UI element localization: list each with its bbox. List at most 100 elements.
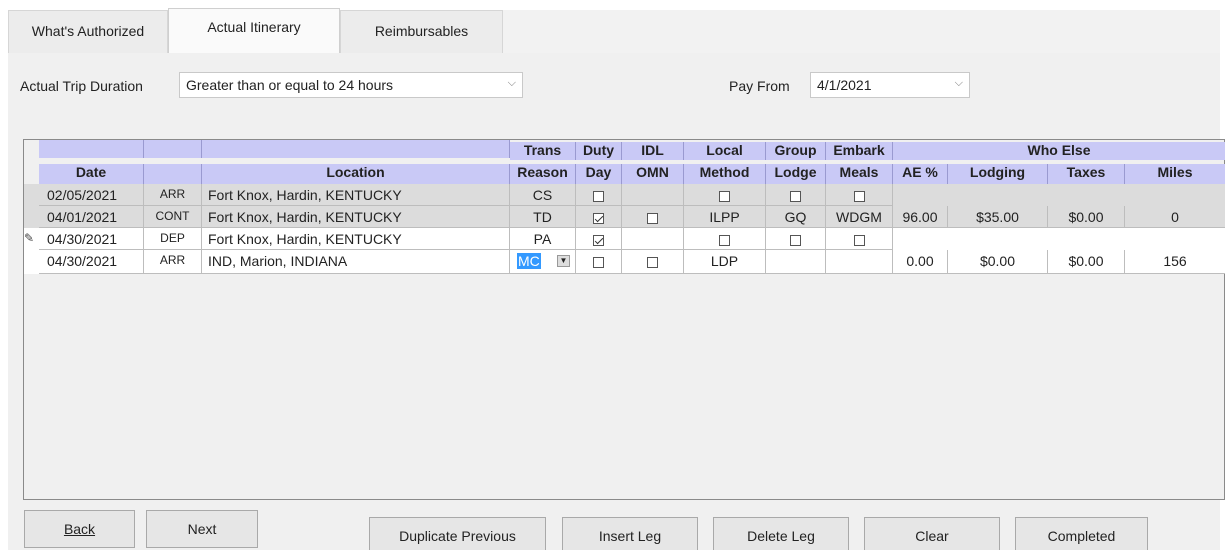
cell-lodging[interactable]: $0.00 xyxy=(948,250,1048,274)
cell-omn[interactable] xyxy=(622,250,684,274)
checkbox-checked[interactable] xyxy=(593,234,604,246)
cell-reason[interactable]: TD xyxy=(510,206,576,228)
cell-type[interactable]: CONT xyxy=(144,206,202,228)
tab-actual-itinerary[interactable]: Actual Itinerary xyxy=(168,8,340,54)
cell-date[interactable]: 04/01/2021 xyxy=(39,206,144,228)
checkbox[interactable] xyxy=(790,190,801,202)
cell-type[interactable]: ARR xyxy=(144,184,202,206)
table-row[interactable]: 02/05/2021 ARR Fort Knox, Hardin, KENTUC… xyxy=(24,184,1225,206)
header-ae: AE % xyxy=(893,164,948,184)
header-duty: Duty xyxy=(576,142,622,160)
delete-leg-button[interactable]: Delete Leg xyxy=(713,517,849,550)
checkbox[interactable] xyxy=(719,190,730,202)
insert-leg-button[interactable]: Insert Leg xyxy=(562,517,698,550)
cell-date[interactable]: 04/30/2021 xyxy=(39,228,144,250)
cell-omn xyxy=(622,184,684,206)
cell-embark[interactable]: WDGM xyxy=(826,206,893,228)
cell-duty-day[interactable] xyxy=(576,250,622,274)
header-lodge: Lodge xyxy=(766,164,826,184)
cell-location[interactable]: Fort Knox, Hardin, KENTUCKY xyxy=(202,184,510,206)
checkbox[interactable] xyxy=(719,234,730,246)
cell-group[interactable]: GQ xyxy=(766,206,826,228)
cell-reason[interactable]: PA xyxy=(510,228,576,250)
chevron-down-icon[interactable]: ⌵ xyxy=(508,77,516,90)
table-row[interactable]: ✎ 04/30/2021 DEP Fort Knox, Hardin, KENT… xyxy=(24,228,1225,250)
cell-location[interactable]: Fort Knox, Hardin, KENTUCKY xyxy=(202,206,510,228)
next-button[interactable]: Next xyxy=(146,510,258,548)
header-embark: Embark xyxy=(826,142,893,160)
edit-pencil-icon: ✎ xyxy=(24,231,35,245)
insert-leg-label: Insert Leg xyxy=(598,528,662,544)
back-button[interactable]: Back xyxy=(24,510,135,548)
cell-date[interactable]: 04/30/2021 xyxy=(39,250,144,274)
tab-whats-authorized[interactable]: What's Authorized xyxy=(8,10,168,53)
cell-local[interactable] xyxy=(684,228,766,250)
checkbox[interactable] xyxy=(593,256,604,268)
tab-label: Reimbursables xyxy=(374,23,469,39)
cell-location[interactable]: IND, Marion, INDIANA xyxy=(202,250,510,274)
cell-group[interactable] xyxy=(766,228,826,250)
header-trans: Trans xyxy=(510,142,576,160)
delete-leg-label: Delete Leg xyxy=(747,528,815,544)
duplicate-previous-button[interactable]: Duplicate Previous xyxy=(369,517,546,550)
trip-duration-select[interactable]: Greater than or equal to 24 hours ⌵ xyxy=(179,72,523,98)
cell-embark[interactable] xyxy=(826,184,893,206)
tab-strip-background xyxy=(503,10,1220,53)
cell-lodging[interactable]: $35.00 xyxy=(948,206,1048,228)
header-meals: Meals xyxy=(826,164,893,184)
cell-group[interactable] xyxy=(766,250,826,274)
table-row[interactable]: 04/01/2021 CONT Fort Knox, Hardin, KENTU… xyxy=(24,206,1225,228)
chevron-down-icon[interactable]: ⌵ xyxy=(955,77,963,90)
cell-type[interactable]: DEP xyxy=(144,228,202,250)
cell-local[interactable] xyxy=(684,184,766,206)
header-blank xyxy=(39,140,144,158)
checkbox[interactable] xyxy=(853,234,865,246)
table-row[interactable]: 04/30/2021 ARR IND, Marion, INDIANA MC ▼… xyxy=(24,250,1225,274)
cell-embark[interactable] xyxy=(826,228,893,250)
cell-miles[interactable]: 156 xyxy=(1125,250,1225,274)
completed-button[interactable]: Completed xyxy=(1015,517,1148,550)
checkbox[interactable] xyxy=(647,256,658,268)
header-who-else: Who Else xyxy=(893,142,1225,160)
checkbox[interactable] xyxy=(593,190,604,202)
cell-local[interactable]: ILPP xyxy=(684,206,766,228)
tab-bar: What's Authorized Actual Itinerary Reimb… xyxy=(8,8,1220,54)
cell-duty-day[interactable] xyxy=(576,184,622,206)
trip-duration-value: Greater than or equal to 24 hours xyxy=(186,77,394,93)
cell-omn[interactable] xyxy=(622,206,684,228)
header-local: Local xyxy=(684,142,766,160)
tab-label: Actual Itinerary xyxy=(207,19,301,35)
cell-local[interactable]: LDP xyxy=(684,250,766,274)
header-reason: Reason xyxy=(510,164,576,184)
clear-button[interactable]: Clear xyxy=(864,517,1000,550)
cell-ae[interactable]: 0.00 xyxy=(893,250,948,274)
reason-selected-text[interactable]: MC xyxy=(517,253,541,269)
cell-ae[interactable]: 96.00 xyxy=(893,206,948,228)
cell-embark[interactable] xyxy=(826,250,893,274)
cell-group[interactable] xyxy=(766,184,826,206)
cell-taxes[interactable]: $0.00 xyxy=(1048,206,1125,228)
header-date: Date xyxy=(39,164,144,184)
pay-from-select[interactable]: 4/1/2021 ⌵ xyxy=(810,72,970,98)
checkbox[interactable] xyxy=(647,212,658,224)
cell-taxes[interactable]: $0.00 xyxy=(1048,250,1125,274)
cell-type[interactable]: ARR xyxy=(144,250,202,274)
itinerary-grid[interactable]: Trans Duty IDL Local Group Embark Who El… xyxy=(23,139,1225,500)
header-group: Group xyxy=(766,142,826,160)
cell-reason[interactable]: CS xyxy=(510,184,576,206)
completed-label: Completed xyxy=(1047,528,1116,544)
tab-reimbursables[interactable]: Reimbursables xyxy=(340,10,503,53)
cell-duty-day[interactable] xyxy=(576,228,622,250)
cell-date[interactable]: 02/05/2021 xyxy=(39,184,144,206)
dropdown-arrow-icon[interactable]: ▼ xyxy=(557,255,570,267)
cell-miles[interactable]: 0 xyxy=(1125,206,1225,228)
header-day: Day xyxy=(576,164,622,184)
cell-duty-day[interactable] xyxy=(576,206,622,228)
cell-reason-editor[interactable]: MC ▼ xyxy=(510,250,576,274)
header-omn: OMN xyxy=(622,164,684,184)
checkbox[interactable] xyxy=(790,234,801,246)
header-taxes: Taxes xyxy=(1048,164,1125,184)
cell-location[interactable]: Fort Knox, Hardin, KENTUCKY xyxy=(202,228,510,250)
checkbox[interactable] xyxy=(853,190,865,202)
checkbox-checked[interactable] xyxy=(593,212,604,224)
